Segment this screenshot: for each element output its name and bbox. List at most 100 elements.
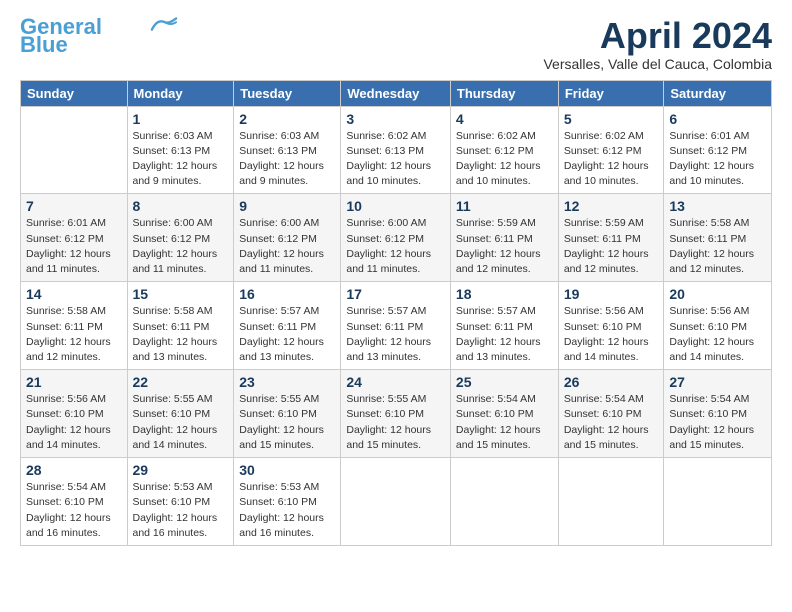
day-number: 28: [26, 462, 122, 478]
day-info: Sunrise: 5:58 AM Sunset: 6:11 PM Dayligh…: [26, 304, 122, 365]
day-number: 21: [26, 374, 122, 390]
logo-bird-icon: [150, 16, 178, 34]
calendar-cell: 19Sunrise: 5:56 AM Sunset: 6:10 PM Dayli…: [558, 282, 664, 370]
day-number: 10: [346, 198, 445, 214]
day-number: 27: [669, 374, 766, 390]
calendar-cell: [664, 458, 772, 546]
day-number: 12: [564, 198, 659, 214]
day-info: Sunrise: 5:56 AM Sunset: 6:10 PM Dayligh…: [669, 304, 766, 365]
day-number: 1: [133, 111, 229, 127]
day-info: Sunrise: 5:59 AM Sunset: 6:11 PM Dayligh…: [456, 216, 553, 277]
calendar-cell: 8Sunrise: 6:00 AM Sunset: 6:12 PM Daylig…: [127, 194, 234, 282]
calendar-cell: 25Sunrise: 5:54 AM Sunset: 6:10 PM Dayli…: [450, 370, 558, 458]
calendar-cell: 27Sunrise: 5:54 AM Sunset: 6:10 PM Dayli…: [664, 370, 772, 458]
location-subtitle: Versalles, Valle del Cauca, Colombia: [543, 56, 772, 72]
day-number: 15: [133, 286, 229, 302]
calendar-cell: 26 Sunrise: 5:54 AM Sunset: 6:10 PM Dayli…: [558, 370, 664, 458]
weekday-header-sunday: Sunday: [21, 80, 128, 106]
title-area: April 2024 Versalles, Valle del Cauca, C…: [543, 16, 772, 72]
day-number: 13: [669, 198, 766, 214]
calendar-cell: 29 Sunrise: 5:53 AM Sunset: 6:10 PM Dayli…: [127, 458, 234, 546]
calendar-cell: 12 Sunrise: 5:59 AM Sunset: 6:11 PM Dayli…: [558, 194, 664, 282]
day-number: 26: [564, 374, 659, 390]
day-number: 4: [456, 111, 553, 127]
day-info: Sunrise: 5:58 AM Sunset: 6:11 PM Dayligh…: [133, 304, 229, 365]
day-number: 23: [239, 374, 335, 390]
logo-blue-text: Blue: [20, 32, 68, 57]
calendar-week-row: 7 Sunrise: 6:01 AM Sunset: 6:12 PM Daylig…: [21, 194, 772, 282]
calendar-cell: 20 Sunrise: 5:56 AM Sunset: 6:10 PM Dayli…: [664, 282, 772, 370]
calendar-cell: 18 Sunrise: 5:57 AM Sunset: 6:11 PM Dayli…: [450, 282, 558, 370]
day-info: Sunrise: 6:02 AM Sunset: 6:12 PM Dayligh…: [456, 129, 553, 190]
weekday-header-friday: Friday: [558, 80, 664, 106]
calendar-cell: [21, 106, 128, 194]
calendar-cell: 7 Sunrise: 6:01 AM Sunset: 6:12 PM Daylig…: [21, 194, 128, 282]
day-info: Sunrise: 5:54 AM Sunset: 6:10 PM Dayligh…: [26, 480, 122, 541]
calendar-cell: 11 Sunrise: 5:59 AM Sunset: 6:11 PM Dayli…: [450, 194, 558, 282]
calendar-cell: 15 Sunrise: 5:58 AM Sunset: 6:11 PM Dayli…: [127, 282, 234, 370]
day-info: Sunrise: 6:01 AM Sunset: 6:12 PM Dayligh…: [26, 216, 122, 277]
day-info: Sunrise: 5:59 AM Sunset: 6:11 PM Dayligh…: [564, 216, 659, 277]
day-number: 14: [26, 286, 122, 302]
calendar-cell: 2Sunrise: 6:03 AM Sunset: 6:13 PM Daylig…: [234, 106, 341, 194]
day-info: Sunrise: 5:57 AM Sunset: 6:11 PM Dayligh…: [456, 304, 553, 365]
calendar-cell: 13Sunrise: 5:58 AM Sunset: 6:11 PM Dayli…: [664, 194, 772, 282]
calendar-cell: 6Sunrise: 6:01 AM Sunset: 6:12 PM Daylig…: [664, 106, 772, 194]
day-number: 25: [456, 374, 553, 390]
day-number: 18: [456, 286, 553, 302]
day-info: Sunrise: 6:00 AM Sunset: 6:12 PM Dayligh…: [239, 216, 335, 277]
day-info: Sunrise: 5:57 AM Sunset: 6:11 PM Dayligh…: [239, 304, 335, 365]
weekday-header-saturday: Saturday: [664, 80, 772, 106]
day-info: Sunrise: 5:55 AM Sunset: 6:10 PM Dayligh…: [133, 392, 229, 453]
calendar-week-row: 14 Sunrise: 5:58 AM Sunset: 6:11 PM Dayli…: [21, 282, 772, 370]
calendar-cell: 5 Sunrise: 6:02 AM Sunset: 6:12 PM Daylig…: [558, 106, 664, 194]
weekday-header-wednesday: Wednesday: [341, 80, 451, 106]
day-info: Sunrise: 6:03 AM Sunset: 6:13 PM Dayligh…: [239, 129, 335, 190]
calendar-cell: 30 Sunrise: 5:53 AM Sunset: 6:10 PM Dayli…: [234, 458, 341, 546]
calendar-cell: 10Sunrise: 6:00 AM Sunset: 6:12 PM Dayli…: [341, 194, 451, 282]
weekday-header-thursday: Thursday: [450, 80, 558, 106]
day-number: 30: [239, 462, 335, 478]
calendar-cell: 23 Sunrise: 5:55 AM Sunset: 6:10 PM Dayli…: [234, 370, 341, 458]
day-number: 5: [564, 111, 659, 127]
weekday-header-monday: Monday: [127, 80, 234, 106]
weekday-header-row: SundayMondayTuesdayWednesdayThursdayFrid…: [21, 80, 772, 106]
day-number: 19: [564, 286, 659, 302]
calendar-cell: 28 Sunrise: 5:54 AM Sunset: 6:10 PM Dayli…: [21, 458, 128, 546]
calendar-week-row: 28 Sunrise: 5:54 AM Sunset: 6:10 PM Dayli…: [21, 458, 772, 546]
weekday-header-tuesday: Tuesday: [234, 80, 341, 106]
calendar-cell: 3 Sunrise: 6:02 AM Sunset: 6:13 PM Daylig…: [341, 106, 451, 194]
day-info: Sunrise: 6:02 AM Sunset: 6:13 PM Dayligh…: [346, 129, 445, 190]
day-info: Sunrise: 5:53 AM Sunset: 6:10 PM Dayligh…: [133, 480, 229, 541]
day-number: 22: [133, 374, 229, 390]
calendar-cell: 22 Sunrise: 5:55 AM Sunset: 6:10 PM Dayli…: [127, 370, 234, 458]
day-number: 7: [26, 198, 122, 214]
day-number: 20: [669, 286, 766, 302]
calendar-week-row: 21 Sunrise: 5:56 AM Sunset: 6:10 PM Dayli…: [21, 370, 772, 458]
day-info: Sunrise: 5:56 AM Sunset: 6:10 PM Dayligh…: [26, 392, 122, 453]
day-info: Sunrise: 5:57 AM Sunset: 6:11 PM Dayligh…: [346, 304, 445, 365]
day-info: Sunrise: 5:55 AM Sunset: 6:10 PM Dayligh…: [239, 392, 335, 453]
day-number: 11: [456, 198, 553, 214]
calendar-cell: 16 Sunrise: 5:57 AM Sunset: 6:11 PM Dayli…: [234, 282, 341, 370]
day-info: Sunrise: 6:03 AM Sunset: 6:13 PM Dayligh…: [133, 129, 229, 190]
day-info: Sunrise: 6:01 AM Sunset: 6:12 PM Dayligh…: [669, 129, 766, 190]
calendar-cell: [341, 458, 451, 546]
day-info: Sunrise: 6:00 AM Sunset: 6:12 PM Dayligh…: [133, 216, 229, 277]
day-info: Sunrise: 5:53 AM Sunset: 6:10 PM Dayligh…: [239, 480, 335, 541]
day-number: 16: [239, 286, 335, 302]
day-info: Sunrise: 6:02 AM Sunset: 6:12 PM Dayligh…: [564, 129, 659, 190]
calendar-cell: 17Sunrise: 5:57 AM Sunset: 6:11 PM Dayli…: [341, 282, 451, 370]
calendar-cell: 24 Sunrise: 5:55 AM Sunset: 6:10 PM Dayli…: [341, 370, 451, 458]
day-number: 24: [346, 374, 445, 390]
day-number: 3: [346, 111, 445, 127]
calendar-week-row: 1 Sunrise: 6:03 AM Sunset: 6:13 PM Daylig…: [21, 106, 772, 194]
calendar-cell: 9 Sunrise: 6:00 AM Sunset: 6:12 PM Daylig…: [234, 194, 341, 282]
day-number: 9: [239, 198, 335, 214]
calendar-cell: 21 Sunrise: 5:56 AM Sunset: 6:10 PM Dayli…: [21, 370, 128, 458]
day-info: Sunrise: 5:54 AM Sunset: 6:10 PM Dayligh…: [564, 392, 659, 453]
calendar-cell: [450, 458, 558, 546]
day-number: 29: [133, 462, 229, 478]
logo: General Blue: [20, 16, 178, 56]
day-info: Sunrise: 5:55 AM Sunset: 6:10 PM Dayligh…: [346, 392, 445, 453]
